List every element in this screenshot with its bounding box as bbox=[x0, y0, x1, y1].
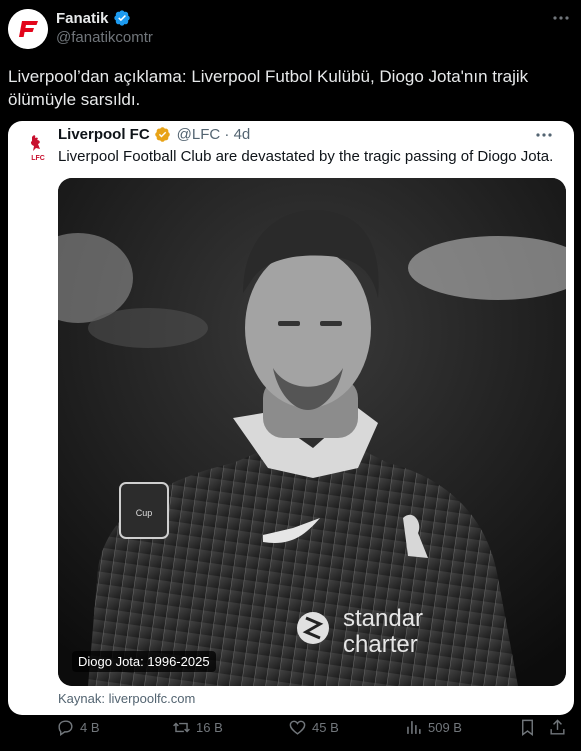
fanatik-logo bbox=[8, 9, 48, 49]
author-name-text: Fanatik bbox=[56, 9, 109, 27]
share-icon bbox=[550, 719, 565, 735]
action-bar: 4 B 16 B 45 B 509 B bbox=[0, 718, 581, 742]
reply-count: 4 B bbox=[80, 720, 100, 735]
repost-button[interactable]: 16 B bbox=[172, 718, 223, 737]
quoted-author[interactable]: Liverpool FC @LFC · 4d bbox=[58, 126, 250, 143]
views-button[interactable]: 509 B bbox=[404, 718, 462, 737]
source-link[interactable]: Kaynak: liverpoolfc.com bbox=[58, 691, 195, 706]
views-count: 509 B bbox=[428, 720, 462, 735]
like-count: 45 B bbox=[312, 720, 339, 735]
reply-icon bbox=[58, 720, 73, 736]
quoted-photo[interactable]: Cup standar charter Diogo Jota: 1996-202… bbox=[58, 178, 566, 686]
repost-icon bbox=[173, 722, 190, 733]
quoted-more-icon[interactable] bbox=[532, 125, 556, 145]
svg-text:charter: charter bbox=[343, 631, 418, 658]
author-name[interactable]: Fanatik bbox=[56, 9, 131, 27]
quoted-text: Liverpool Football Club are devastated b… bbox=[58, 148, 554, 165]
share-button[interactable] bbox=[548, 718, 567, 737]
author-handle[interactable]: @fanatikcomtr bbox=[56, 29, 153, 46]
quoted-handle: @LFC · 4d bbox=[176, 126, 251, 143]
lfc-crest-icon: LFC bbox=[20, 129, 56, 165]
verified-icon bbox=[113, 10, 130, 26]
more-icon[interactable] bbox=[549, 8, 573, 28]
reply-button[interactable]: 4 B bbox=[56, 718, 100, 737]
svg-text:LFC: LFC bbox=[31, 155, 45, 162]
bookmark-icon bbox=[522, 719, 533, 737]
bookmark-button[interactable] bbox=[518, 718, 537, 737]
like-icon bbox=[289, 720, 306, 735]
author-avatar[interactable] bbox=[8, 9, 48, 49]
repost-count: 16 B bbox=[196, 720, 223, 735]
player-photo: Cup standar charter bbox=[58, 178, 566, 686]
svg-text:standar: standar bbox=[343, 605, 423, 632]
image-caption: Diogo Jota: 1996-2025 bbox=[72, 651, 216, 672]
gold-verified-icon bbox=[154, 127, 170, 142]
views-icon bbox=[407, 721, 421, 734]
like-button[interactable]: 45 B bbox=[288, 718, 339, 737]
post-container: Fanatik @fanatikcomtr Liverpool’dan açık… bbox=[0, 0, 581, 751]
post-text: Liverpool’dan açıklama: Liverpool Futbol… bbox=[8, 67, 529, 109]
svg-text:Cup: Cup bbox=[136, 508, 153, 518]
quoted-post[interactable]: LFC Liverpool FC @LFC · 4d Liverpool Foo… bbox=[8, 121, 574, 715]
quoted-author-name: Liverpool FC bbox=[58, 126, 150, 143]
